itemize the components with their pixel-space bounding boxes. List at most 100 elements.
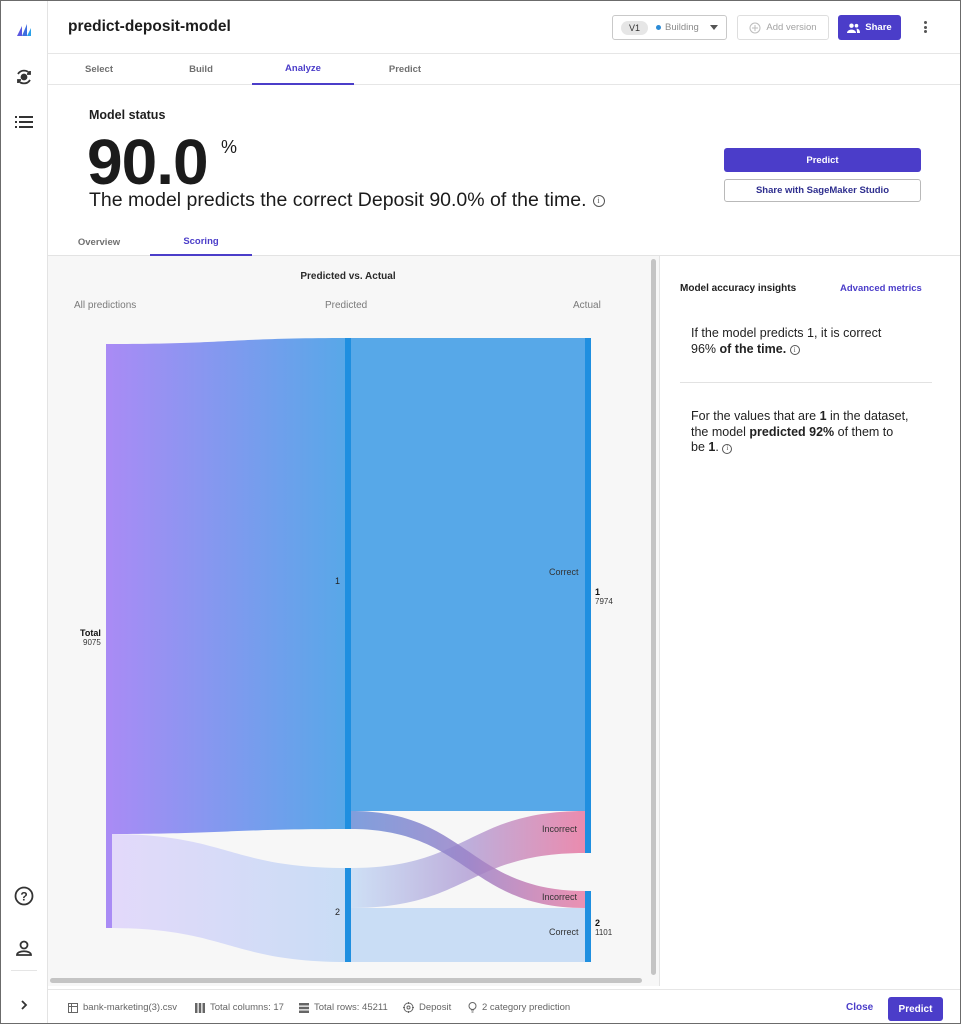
- logo-icon[interactable]: [12, 18, 36, 42]
- node-value-actual-1: 7974: [595, 597, 613, 606]
- flow-total-to-predicted-2: [108, 834, 348, 962]
- accuracy-insights-panel: Model accuracy insights Advanced metrics…: [659, 256, 960, 986]
- analysis-subtabs: Overview Scoring: [48, 228, 960, 256]
- accuracy-unit: %: [221, 137, 238, 157]
- insights-title: Model accuracy insights: [680, 283, 797, 294]
- version-status: Building: [665, 22, 699, 33]
- footer-columns: Total columns: 17: [195, 1002, 284, 1013]
- model-title: predict-deposit-model: [68, 18, 231, 35]
- flow-total-to-predicted-1: [108, 338, 348, 834]
- model-status-heading: Model status: [89, 108, 166, 122]
- node-label-total: Total: [80, 628, 101, 638]
- insight-1-text: If the model predicts 1, it is correct: [691, 326, 882, 340]
- footer-target: Deposit: [403, 1002, 451, 1013]
- node-label-actual-2: 2: [595, 918, 601, 928]
- node-label-actual-1: 1: [595, 587, 601, 597]
- sankey-chart-panel: Predicted vs. Actual All predictions Pre…: [48, 256, 659, 986]
- predict-button[interactable]: Predict: [724, 148, 921, 172]
- tab-analyze[interactable]: Analyze: [252, 54, 354, 85]
- main-tabs: Select Build Analyze Predict: [48, 54, 960, 85]
- vertical-scrollbar[interactable]: [651, 259, 656, 975]
- insights-divider: [680, 382, 932, 383]
- accuracy-sentence-text: The model predicts the correct Deposit 9…: [89, 189, 587, 211]
- insight-2-text-a: For the values that are: [691, 409, 817, 423]
- footer-bar: bank-marketing(3).csv Total columns: 17 …: [48, 989, 960, 1023]
- node-total: [106, 344, 112, 928]
- node-actual-1: [585, 338, 591, 853]
- tab-scoring[interactable]: Scoring: [150, 228, 252, 256]
- insight-2-text-c: the model: [691, 424, 746, 439]
- table-icon: [68, 1002, 78, 1013]
- target-icon: [403, 1002, 414, 1013]
- more-options-icon[interactable]: [920, 17, 930, 37]
- tab-predict[interactable]: Predict: [354, 54, 456, 85]
- tab-build[interactable]: Build: [150, 54, 252, 85]
- insight-1-suffix: of the time.: [719, 341, 787, 356]
- footer-dataset: bank-marketing(3).csv: [68, 1002, 177, 1013]
- footer-predict-button[interactable]: Predict: [888, 997, 943, 1021]
- share-sagemaker-studio-button[interactable]: Share with SageMaker Studio: [724, 179, 921, 202]
- node-value-actual-2: 1101: [595, 928, 613, 937]
- insight-2-text-d: of them to: [837, 424, 894, 439]
- rows-icon: [299, 1002, 309, 1013]
- top-bar: predict-deposit-model V1 Building Add ve…: [48, 1, 960, 54]
- insight-2-text-e: be: [691, 440, 705, 454]
- tab-overview[interactable]: Overview: [48, 228, 150, 256]
- plus-circle-icon: [749, 22, 761, 33]
- info-icon[interactable]: i: [722, 443, 733, 454]
- svg-text:?: ?: [20, 890, 27, 904]
- info-icon[interactable]: i: [592, 194, 605, 207]
- node-predicted-2: [345, 868, 351, 962]
- advanced-metrics-link[interactable]: Advanced metrics: [840, 283, 922, 294]
- expand-chevron-icon[interactable]: [12, 993, 36, 1017]
- help-icon[interactable]: ?: [12, 884, 36, 908]
- accuracy-value: 90.0: [87, 126, 209, 198]
- node-label-predicted-1: 1: [335, 576, 341, 586]
- version-select[interactable]: V1 Building: [612, 15, 727, 40]
- footer-problem-text: 2 category prediction: [482, 1002, 571, 1013]
- footer-target-text: Deposit: [419, 1002, 452, 1013]
- rail-divider: [11, 970, 37, 971]
- insight-precision: If the model predicts 1, it is correct 9…: [691, 326, 931, 357]
- accuracy-sentence: The model predicts the correct Deposit 9…: [89, 189, 605, 212]
- tab-select[interactable]: Select: [48, 54, 150, 85]
- insight-2-value: predicted 92%: [749, 424, 835, 439]
- node-predicted-1: [345, 338, 351, 829]
- user-icon[interactable]: [12, 936, 36, 960]
- info-icon[interactable]: i: [789, 345, 800, 356]
- node-label-predicted-2: 2: [335, 907, 341, 917]
- model-icon[interactable]: [12, 65, 36, 89]
- columns-icon: [195, 1002, 205, 1013]
- footer-columns-text: Total columns: 17: [210, 1002, 284, 1013]
- footer-rows-text: Total rows: 45211: [314, 1002, 388, 1013]
- insight-1-value: 96%: [691, 341, 717, 356]
- share-button[interactable]: Share: [838, 15, 901, 40]
- footer-problem-type: 2 category prediction: [468, 1002, 570, 1013]
- left-rail: ?: [1, 1, 48, 1023]
- share-label: Share: [865, 22, 892, 33]
- insight-recall: For the values that are 1 in the dataset…: [691, 409, 931, 456]
- insight-2-text-b: in the dataset,: [830, 409, 909, 423]
- list-icon[interactable]: [12, 110, 36, 134]
- add-version-label: Add version: [766, 22, 817, 33]
- flow-label-correct-1: Correct: [549, 567, 579, 577]
- insight-2-class: 1: [819, 409, 827, 423]
- node-value-total: 9075: [83, 638, 101, 647]
- horizontal-scrollbar[interactable]: [50, 978, 642, 983]
- app-window: ? predict-deposit-model V1 Building Add: [0, 0, 961, 1024]
- flow-label-incorrect-2: Incorrect: [542, 892, 578, 902]
- footer-dataset-name: bank-marketing(3).csv: [83, 1002, 177, 1013]
- footer-rows: Total rows: 45211: [299, 1002, 388, 1013]
- insight-2-period: .: [715, 440, 719, 454]
- sankey-diagram: [106, 338, 591, 962]
- bulb-icon: [468, 1002, 477, 1013]
- add-version-button[interactable]: Add version: [737, 15, 829, 40]
- flow-label-incorrect-1: Incorrect: [542, 824, 578, 834]
- flow-label-correct-2: Correct: [549, 927, 579, 937]
- status-dot-icon: [656, 25, 662, 30]
- version-pill: V1: [621, 20, 649, 35]
- chevron-down-icon: [710, 25, 718, 30]
- close-button[interactable]: Close: [846, 1002, 873, 1013]
- node-actual-2: [585, 891, 591, 962]
- users-icon: [847, 23, 861, 33]
